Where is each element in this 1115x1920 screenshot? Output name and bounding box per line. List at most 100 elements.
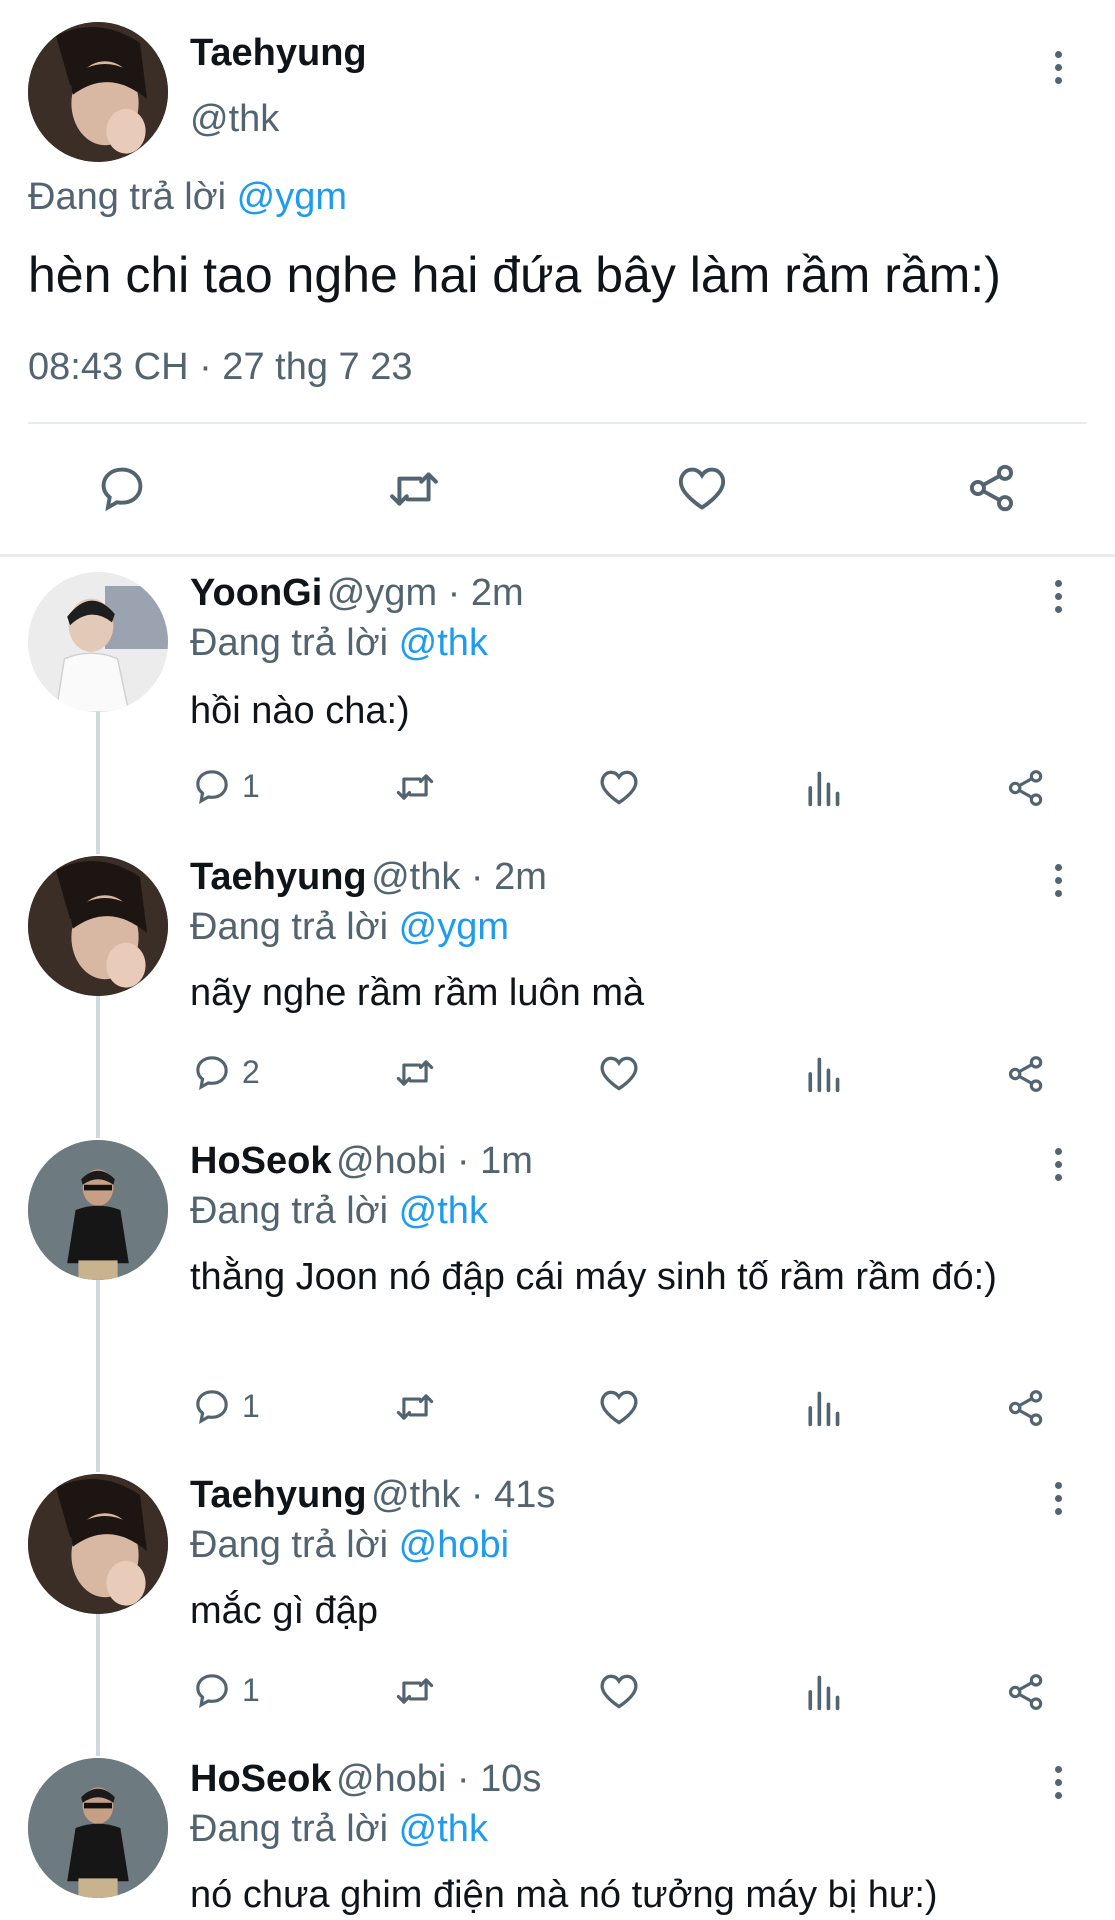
share-button[interactable] [1006, 1054, 1046, 1094]
more-options-icon[interactable] [1043, 1476, 1073, 1520]
tweet-text: hèn chi tao nghe hai đứa bây làm rầm rầm… [28, 247, 1001, 303]
heart-icon [600, 770, 638, 805]
retweet-icon [396, 1394, 434, 1420]
like-button[interactable] [598, 1388, 640, 1426]
replying-to-label: Đang trả lời [190, 622, 389, 664]
bar-chart-icon [808, 1675, 840, 1711]
like-button[interactable] [676, 464, 728, 512]
more-options-icon[interactable] [1043, 1760, 1073, 1804]
heart-icon [600, 1390, 638, 1425]
share-button[interactable] [1006, 1672, 1046, 1712]
replying-to-handle[interactable]: @thk [399, 622, 488, 664]
author-name[interactable]: Taehyung [190, 32, 367, 75]
replying-to-label: Đang trả lời [190, 1808, 389, 1850]
reply-count: 2 [242, 1053, 260, 1090]
retweet-button[interactable] [392, 1388, 438, 1426]
replying-to: Đang trả lời @hobi [190, 1524, 509, 1567]
like-button[interactable] [598, 1672, 640, 1710]
replying-to-handle[interactable]: @thk [399, 1190, 488, 1232]
replying-to-label: Đang trả lời [28, 176, 227, 218]
bar-chart-icon [808, 771, 840, 807]
reply-button[interactable]: 1 [192, 766, 260, 806]
author-handle[interactable]: @thk [190, 98, 279, 141]
reply-text: thằng Joon nó đập cái máy sinh tố rầm rầ… [190, 1256, 997, 1298]
replying-to-label: Đang trả lời [190, 1190, 389, 1232]
retweet-icon [396, 774, 434, 800]
reply-author-name[interactable]: Taehyung [190, 856, 367, 898]
retweet-button[interactable] [392, 1672, 438, 1710]
avatar[interactable] [28, 572, 168, 712]
more-options-icon[interactable] [1043, 858, 1073, 902]
comment-bubble-icon [196, 1674, 228, 1709]
reply-header: Taehyung @thk · 41s [190, 1474, 555, 1517]
share-icon [1008, 1674, 1043, 1710]
thread-line [96, 712, 100, 854]
replying-to-handle[interactable]: @ygm [399, 906, 509, 948]
more-options-icon[interactable] [1043, 574, 1073, 618]
more-options-icon[interactable] [1043, 45, 1073, 89]
replying-to: Đang trả lời @thk [190, 1808, 488, 1851]
reply-author-name[interactable]: HoSeok [190, 1758, 331, 1800]
reply-author-meta[interactable]: @thk · 41s [371, 1474, 555, 1516]
share-icon [1008, 770, 1043, 806]
comment-bubble-icon [196, 770, 228, 805]
retweet-button[interactable] [392, 768, 438, 806]
replying-to-handle[interactable]: @hobi [399, 1524, 509, 1566]
heart-icon [600, 1674, 638, 1709]
reply-author-meta[interactable]: @hobi · 10s [336, 1758, 541, 1800]
replying-to-handle[interactable]: @thk [399, 1808, 488, 1850]
comment-bubble-icon [101, 467, 143, 512]
reply-author-meta[interactable]: @ygm · 2m [327, 572, 524, 614]
reply-author-name[interactable]: YoonGi [190, 572, 322, 614]
like-button[interactable] [598, 1054, 640, 1092]
reply-button[interactable]: 1 [192, 1670, 260, 1710]
replying-to-handle[interactable]: @ygm [237, 176, 347, 218]
replying-to-label: Đang trả lời [190, 1524, 389, 1566]
avatar[interactable] [28, 1758, 168, 1898]
share-button[interactable] [1006, 768, 1046, 808]
avatar[interactable] [28, 1140, 168, 1280]
share-icon [969, 464, 1014, 512]
reply-button[interactable]: 2 [192, 1052, 260, 1092]
replying-to: Đang trả lời @ygm [28, 176, 347, 219]
reply-author-name[interactable]: Taehyung [190, 1474, 367, 1516]
reply-header: HoSeok @hobi · 1m [190, 1140, 533, 1183]
views-button[interactable] [804, 1672, 842, 1712]
like-button[interactable] [598, 768, 640, 806]
views-button[interactable] [804, 1388, 842, 1428]
replying-to: Đang trả lời @ygm [190, 906, 509, 949]
heart-icon [600, 1056, 638, 1091]
avatar[interactable] [28, 22, 168, 162]
thread-line [96, 996, 100, 1138]
comment-bubble-icon [196, 1056, 228, 1091]
views-button[interactable] [804, 1054, 842, 1094]
reply-text: nó chưa ghim điện mà nó tưởng máy bị hư:… [190, 1874, 938, 1916]
reply-text: nãy nghe rầm rầm luôn mà [190, 972, 645, 1014]
reply-button[interactable]: 1 [192, 1386, 260, 1426]
more-options-icon[interactable] [1043, 1142, 1073, 1186]
reply-author-meta[interactable]: @thk · 2m [371, 856, 547, 898]
views-button[interactable] [804, 768, 842, 808]
reply-text: mắc gì đập [190, 1590, 378, 1632]
share-button[interactable] [966, 462, 1018, 514]
share-icon [1008, 1390, 1043, 1426]
divider [28, 422, 1086, 424]
share-button[interactable] [1006, 1388, 1046, 1428]
retweet-button[interactable] [386, 464, 442, 514]
tweet-timestamp[interactable]: 08:43 CH · 27 thg 7 23 [28, 346, 412, 389]
reply-text: hồi nào cha:) [190, 690, 410, 732]
avatar[interactable] [28, 1474, 168, 1614]
share-icon [1008, 1056, 1043, 1092]
avatar[interactable] [28, 856, 168, 996]
retweet-button[interactable] [392, 1054, 438, 1092]
reply-author-name[interactable]: HoSeok [190, 1140, 331, 1182]
reply-header: HoSeok @hobi · 10s [190, 1758, 541, 1801]
reply-count: 1 [242, 1387, 260, 1424]
reply-button[interactable] [96, 462, 148, 514]
reply-author-meta[interactable]: @hobi · 1m [336, 1140, 533, 1182]
bar-chart-icon [808, 1057, 840, 1093]
retweet-icon [396, 1060, 434, 1086]
heart-icon [678, 467, 726, 510]
reply-header: Taehyung @thk · 2m [190, 856, 547, 899]
divider [0, 554, 1115, 557]
